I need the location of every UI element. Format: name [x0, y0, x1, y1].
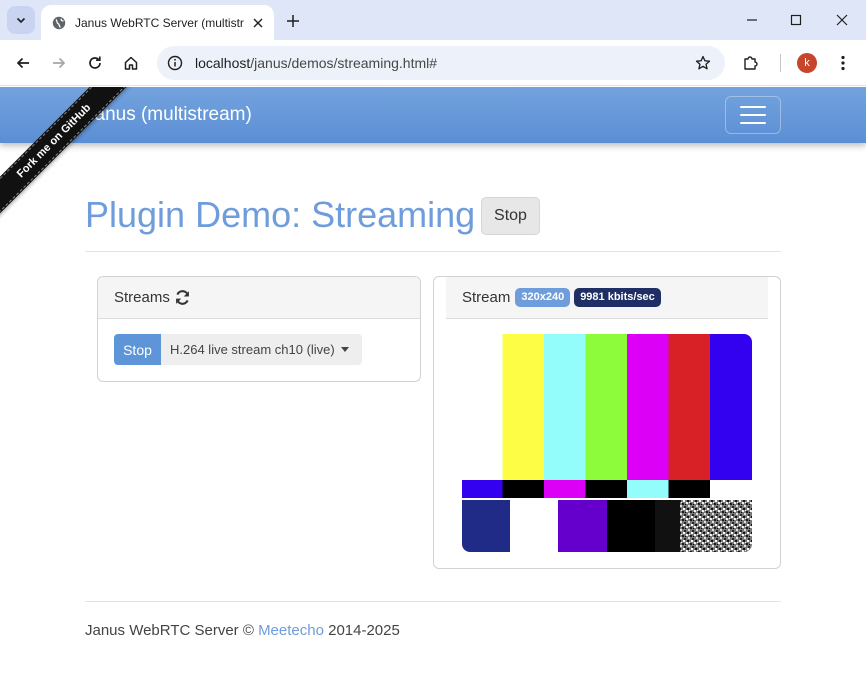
reload-icon — [89, 56, 101, 69]
browser-menu-button[interactable] — [832, 52, 854, 74]
tab-title: Janus WebRTC Server (multistre — [75, 15, 244, 30]
bookmark-button[interactable] — [693, 53, 713, 73]
home-button[interactable] — [117, 49, 145, 77]
page-content: Janus (multistream) Fork me on GitHub Pl… — [0, 87, 866, 679]
stop-button[interactable]: Stop — [481, 197, 540, 235]
browser-tab[interactable]: Janus WebRTC Server (multistre — [41, 5, 274, 40]
stream-select-dropdown[interactable]: H.264 live stream ch10 (live) — [161, 334, 362, 365]
footer: Janus WebRTC Server © Meetecho 2014-2025 — [85, 622, 400, 639]
url-text: localhost/janus/demos/streaming.html# — [195, 55, 693, 71]
meetecho-link[interactable]: Meetecho — [258, 622, 324, 639]
stream-card-header: Stream 320x240 9981 kbits/sec — [446, 277, 768, 319]
navbar-toggle-button[interactable] — [725, 96, 781, 134]
test-pattern-video-frame — [462, 334, 752, 552]
stream-select-value: H.264 live stream ch10 (live) — [170, 342, 335, 357]
chevron-down-icon — [16, 17, 26, 24]
hamburger-line — [740, 114, 766, 116]
tab-search-button[interactable] — [7, 6, 35, 34]
maximize-button[interactable] — [774, 0, 818, 40]
puzzle-icon — [744, 56, 758, 70]
footer-prefix: Janus WebRTC Server © — [85, 622, 259, 639]
resolution-badge: 320x240 — [515, 288, 571, 307]
minimize-icon — [747, 19, 757, 21]
url-path: /janus/demos/streaming.html# — [250, 55, 438, 71]
stop-stream-button[interactable]: Stop — [114, 334, 161, 365]
more-vertical-icon — [841, 55, 845, 71]
minimize-button[interactable] — [730, 0, 774, 40]
new-tab-button[interactable] — [282, 10, 304, 32]
site-info-icon[interactable] — [167, 55, 183, 71]
address-bar[interactable]: localhost/janus/demos/streaming.html# — [157, 46, 725, 80]
arrow-left-icon — [16, 57, 29, 69]
stream-card-title: Stream — [462, 289, 511, 306]
stream-controls: Stop H.264 live stream ch10 (live) — [114, 334, 362, 365]
globe-icon — [52, 16, 66, 29]
close-icon — [836, 14, 848, 26]
footer-suffix: 2014-2025 — [323, 622, 400, 639]
url-host: localhost — [195, 55, 251, 71]
tab-close-button[interactable] — [250, 15, 266, 31]
toolbar-separator — [780, 54, 781, 72]
arrow-right-icon — [53, 57, 66, 69]
caret-down-icon — [340, 347, 349, 352]
page-header: Plugin Demo: Streaming Stop — [85, 192, 781, 252]
forward-button[interactable] — [45, 49, 73, 77]
stream-card: Stream 320x240 9981 kbits/sec — [433, 276, 781, 569]
plus-icon — [287, 15, 299, 27]
footer-divider — [85, 601, 781, 602]
reload-button[interactable] — [81, 49, 109, 77]
extensions-button[interactable] — [740, 52, 762, 74]
maximize-icon — [790, 14, 802, 26]
browser-tabstrip: Janus WebRTC Server (multistre — [0, 0, 866, 40]
star-icon — [695, 55, 711, 70]
bitrate-badge: 9981 kbits/sec — [574, 288, 661, 307]
remote-video[interactable] — [462, 334, 752, 552]
github-ribbon-link[interactable]: Fork me on GitHub — [0, 87, 134, 221]
hamburger-line — [740, 106, 766, 108]
streams-card-header: Streams — [98, 277, 420, 319]
profile-avatar[interactable]: k — [797, 53, 817, 73]
streams-card-title: Streams — [114, 289, 170, 306]
refresh-icon[interactable] — [174, 289, 191, 306]
github-ribbon: Fork me on GitHub — [0, 87, 150, 237]
back-button[interactable] — [9, 49, 37, 77]
close-window-button[interactable] — [820, 0, 864, 40]
hamburger-line — [740, 122, 766, 124]
streams-card: Streams Stop H.264 live stream ch10 (liv… — [97, 276, 421, 382]
browser-toolbar: localhost/janus/demos/streaming.html# k — [0, 40, 866, 86]
home-icon — [124, 56, 138, 70]
close-icon — [253, 18, 263, 27]
